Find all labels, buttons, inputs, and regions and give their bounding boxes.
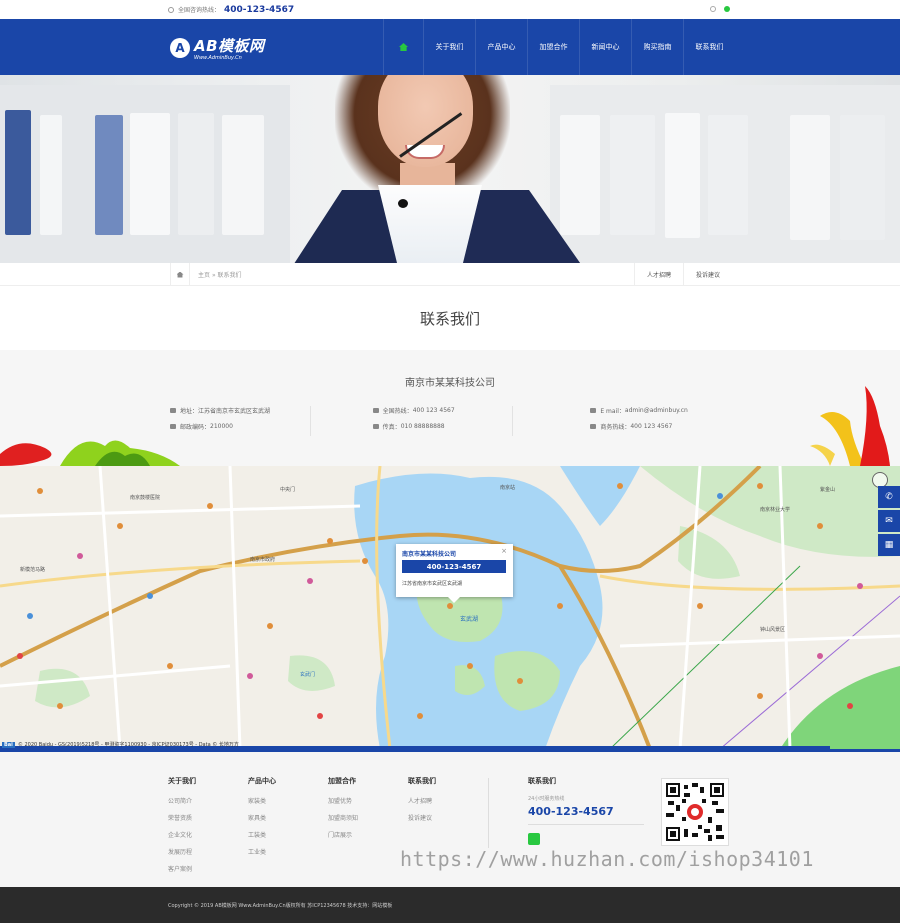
nav-about[interactable]: 关于我们 (423, 19, 475, 75)
phone-icon[interactable]: ✆ (878, 486, 900, 508)
popup-address: 江苏省南京市玄武区玄武湖 (402, 581, 463, 587)
footer-link[interactable]: 发展历程 (168, 847, 196, 856)
business-tel: 400 123 4567 (630, 423, 673, 430)
footer-phone: 400-123-4567 (528, 805, 644, 825)
fax-icon (372, 424, 379, 429)
map-label: 南京鼓楼医院 (130, 495, 161, 501)
float-toolbar: ✆ ✉ ▦ (878, 486, 900, 558)
footer-contact: 联系我们 24小时服务热线 400-123-4567 (528, 776, 644, 845)
footer-link[interactable]: 家装类 (248, 796, 276, 805)
paint-splash-left (0, 440, 180, 466)
fax: 010 88888888 (400, 423, 445, 430)
breadcrumb-home[interactable]: 主页 (198, 272, 210, 279)
topbar: 全国咨询热线： 400-123-4567 (0, 0, 900, 19)
link-recruit[interactable]: 人才招聘 (633, 262, 683, 286)
map-info-window: 南京市某某科技公司 × 400-123-4567 江苏省南京市玄武区玄武湖 (396, 544, 513, 603)
paint-splash-right (810, 386, 890, 466)
map-label: 中央门 (280, 487, 296, 493)
email-icon (590, 408, 597, 413)
email[interactable]: admin@adminbuy.cn (625, 407, 688, 414)
footer-link[interactable]: 企业文化 (168, 830, 196, 839)
map-label: 南京市政府 (250, 557, 276, 563)
nav-contact[interactable]: 联系我们 (683, 19, 735, 75)
map-label: 紫金山 (820, 487, 836, 493)
tel: 400 123 4567 (412, 407, 455, 414)
nav-guide[interactable]: 购买指南 (631, 19, 683, 75)
popup-phone: 400-123-4567 (402, 560, 506, 573)
contact-info: 南京市某某科技公司 地址： 江苏省南京市玄武区玄武湖 邮政编码： 210000 全国… (0, 350, 900, 466)
page-title: 联系我们 (419, 309, 480, 328)
search-icon[interactable] (710, 6, 716, 12)
link-complaint[interactable]: 投诉建议 (682, 262, 732, 286)
nav-franchise[interactable]: 加盟合作 (527, 19, 579, 75)
breadcrumb-current: 联系我们 (217, 271, 242, 279)
logo-url: Www.AdminBuy.Cn (194, 55, 242, 61)
footer-link[interactable]: 家具类 (248, 813, 276, 822)
map-label: 南京林业大学 (760, 507, 791, 513)
footer-link[interactable]: 工业类 (248, 847, 276, 856)
footer-link[interactable]: 客户案例 (168, 864, 196, 873)
phone-icon (372, 408, 379, 413)
footer-col-franchise: 加盟合作 加盟优势 加盟商须知 门店展示 (328, 777, 359, 839)
footer-link[interactable]: 荣誉资质 (168, 813, 196, 822)
watermark: https://www.huzhan.com/ishop34101 (400, 847, 814, 871)
logo-name: AB模板网 (194, 37, 265, 55)
qrcode-image (662, 779, 728, 845)
footer-col-about: 关于我们 公司简介 荣誉资质 企业文化 发展历程 客户案例 (168, 777, 196, 873)
map-label: 南京站 (500, 485, 516, 491)
home-icon (399, 43, 408, 51)
footer-link[interactable]: 加盟优势 (328, 796, 358, 805)
location-icon (170, 408, 176, 413)
hotline-label: 全国咨询热线： (178, 7, 221, 14)
company-name: 南京市某某科技公司 (405, 378, 495, 389)
breadcrumb: 主页 » 联系我们 (198, 271, 242, 279)
footer-col-products: 产品中心 家装类 家具类 工装类 工业类 (248, 777, 276, 856)
map-copyright: Bai © 2020 Baidu - GS(2019)5218号 - 甲测资字1… (2, 741, 239, 748)
footer-col-contact: 联系我们 人才招聘 投诉建议 (408, 777, 436, 822)
qrcode-icon[interactable]: ▦ (878, 534, 900, 556)
footer-link[interactable]: 加盟商须知 (328, 813, 358, 822)
address: 江苏省南京市玄武区玄武湖 (198, 408, 271, 415)
nav-news[interactable]: 新闻中心 (579, 19, 631, 75)
wechat-icon[interactable] (528, 833, 540, 845)
logo-mark-icon: A (170, 38, 190, 58)
postcode: 210000 (210, 423, 233, 430)
map-label: 钟山风景区 (760, 627, 786, 633)
copyright-bar: Copyright © 2019 AB模板网 Www.AdminBuy.Cn版权… (0, 887, 900, 923)
phone-icon (168, 6, 174, 13)
nav-products[interactable]: 产品中心 (475, 19, 527, 75)
footer-link[interactable]: 人才招聘 (408, 796, 436, 805)
baidu-logo[interactable]: Bai (2, 741, 15, 748)
page: 全国咨询热线： 400-123-4567 A AB模板网 Www.AdminBu… (0, 0, 900, 923)
footer: 关于我们 公司简介 荣誉资质 企业文化 发展历程 客户案例 产品中心 家装类 家… (0, 749, 900, 889)
main-nav: 关于我们 产品中心 加盟合作 新闻中心 购买指南 联系我们 (383, 19, 735, 75)
popup-company: 南京市某某科技公司 (402, 551, 457, 558)
banner-image (0, 75, 900, 263)
close-icon[interactable]: × (501, 547, 507, 555)
breadcrumb-home-icon[interactable] (170, 263, 190, 286)
footer-link[interactable]: 投诉建议 (408, 813, 436, 822)
wechat-icon[interactable] (724, 6, 730, 12)
business-phone-icon (590, 424, 597, 429)
hotline-number: 400-123-4567 (224, 4, 295, 15)
footer-link[interactable]: 门店展示 (328, 830, 358, 839)
breadcrumb-bar: 主页 » 联系我们 人才招聘 投诉建议 (0, 262, 900, 286)
map-label: 玄武湖 (460, 616, 479, 623)
header: A AB模板网 Www.AdminBuy.Cn 关于我们 产品中心 加盟合作 新… (0, 19, 900, 75)
baidu-map[interactable]: 南京鼓楼医院 玄武湖 南京林业大学 钟山风景区 南京市政府 新模范马路 中央门 … (0, 466, 900, 749)
mail-icon[interactable]: ✉ (878, 510, 900, 532)
footer-link[interactable]: 公司简介 (168, 796, 196, 805)
map-label: 新模范马路 (20, 567, 46, 573)
footer-link[interactable]: 工装类 (248, 830, 276, 839)
logo[interactable]: A AB模板网 Www.AdminBuy.Cn (170, 35, 265, 61)
nav-home[interactable] (383, 19, 423, 75)
map-label: 玄武门 (300, 672, 316, 678)
